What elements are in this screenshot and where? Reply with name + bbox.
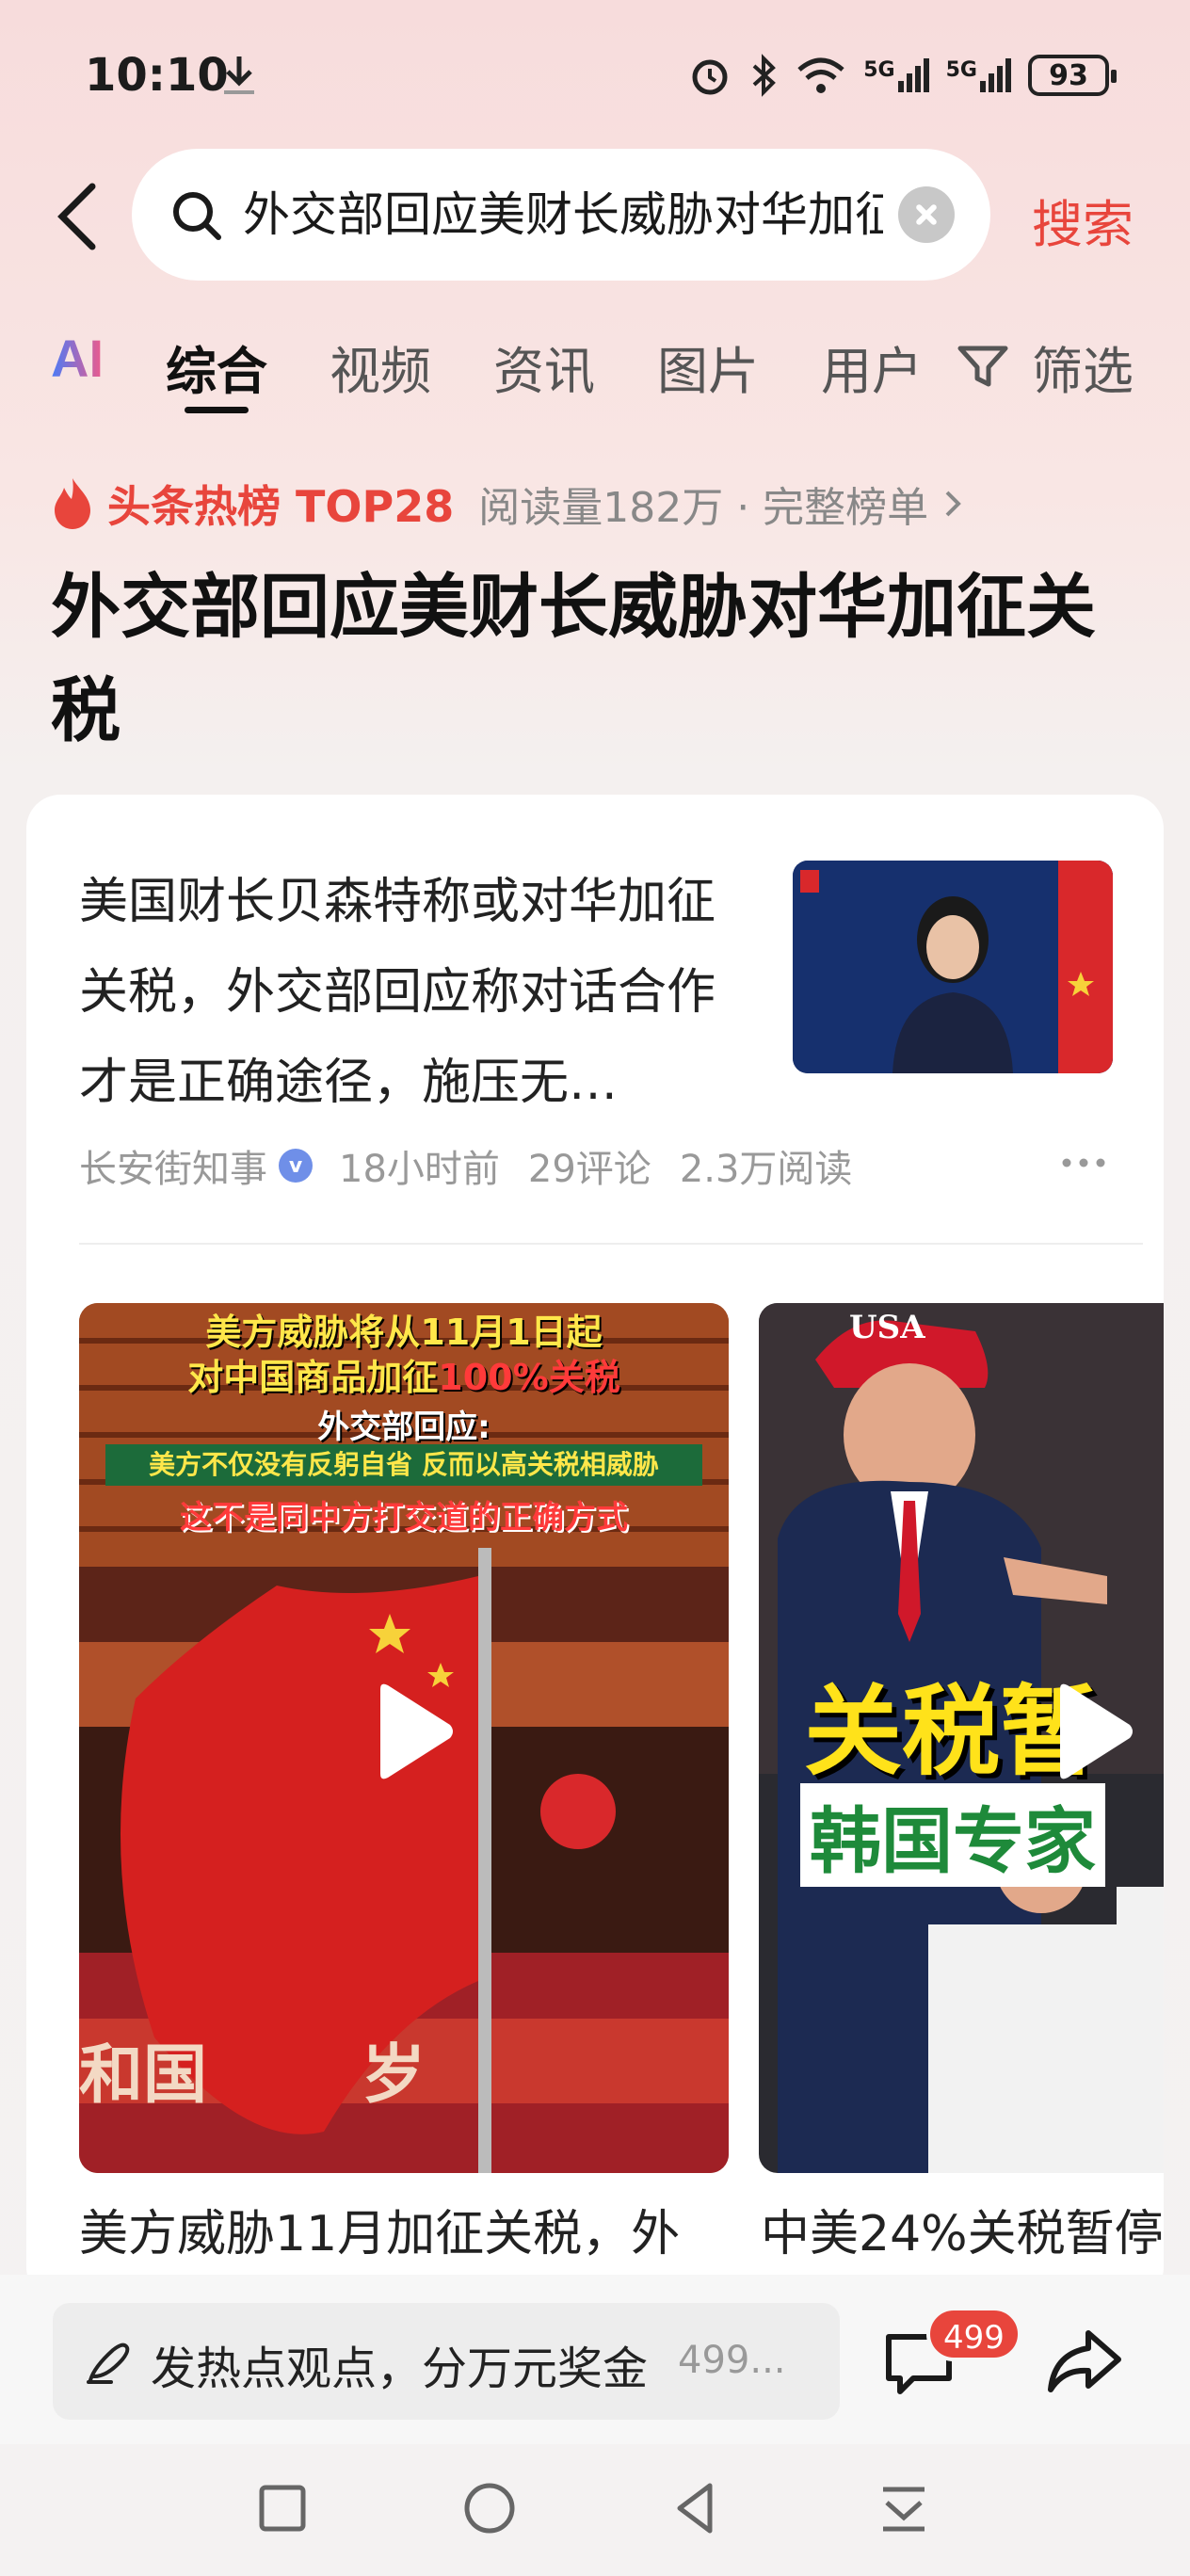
- tab-users[interactable]: 用户: [821, 330, 923, 404]
- video-caption-1[interactable]: 美方威胁11月加征关税，外: [79, 2194, 729, 2264]
- overlay-line-2a: 对中国商品加征: [187, 1357, 439, 1398]
- hot-rank-link[interactable]: 头条热榜 TOP28 阅读量182万 · 完整榜单: [51, 471, 964, 537]
- overlay-line-4: 美方不仅没有反躬自省 反而以高关税相威胁: [105, 1444, 702, 1486]
- article-comments: 29评论: [527, 1148, 651, 1191]
- comment-placeholder: 发热点观点，分万元奖金: [151, 2343, 649, 2395]
- article-title[interactable]: 美国财长贝森特称或对华加征关税，外交部回应称对话合作才是正确途径，施压无…: [79, 857, 757, 1128]
- gate-text-2: 岁: [362, 2038, 426, 2113]
- back-icon[interactable]: [51, 179, 107, 254]
- hot-headline[interactable]: 外交部回应美财长威胁对华加征关税: [51, 555, 1115, 763]
- gate-text-1: 和国: [79, 2038, 208, 2113]
- signal-icon-2: 5G: [946, 58, 1011, 92]
- overlay-line-1: 美方威胁将从11月1日起: [205, 1312, 603, 1353]
- signal-label-1: 5G: [863, 58, 895, 82]
- chevron-right-icon: [945, 491, 962, 517]
- article-thumbnail[interactable]: [793, 861, 1113, 1073]
- comment-count: 499...: [678, 2339, 786, 2382]
- video-caption-2[interactable]: 中美24%关税暂停: [761, 2194, 1164, 2264]
- video-overlay-sub-text: 韩国专家: [800, 1783, 1105, 1887]
- result-card: 美国财长贝森特称或对华加征关税，外交部回应称对话合作才是正确途径，施压无… 长安…: [26, 795, 1164, 2301]
- tab-ai[interactable]: AI: [51, 328, 104, 389]
- bottom-action-bar: 发热点观点，分万元奖金 499... 499: [0, 2275, 1190, 2444]
- tab-active-indicator: [185, 407, 249, 413]
- pen-icon: [87, 2343, 130, 2384]
- clear-icon[interactable]: [898, 186, 955, 243]
- wifi-icon: [797, 57, 844, 93]
- hot-rank-label: 头条热榜 TOP28: [107, 481, 455, 532]
- video-overlay-text-1: 美方威胁将从11月1日起 对中国商品加征100%关税 外交部回应: 美方不仅没有…: [79, 1303, 729, 1548]
- overlay-line-3: 外交部回应:: [317, 1409, 490, 1446]
- status-icons: 5G 5G 93: [688, 47, 1117, 104]
- verified-icon: v: [279, 1149, 313, 1183]
- tab-news[interactable]: 资讯: [493, 330, 595, 404]
- system-nav-bar: [0, 2444, 1190, 2576]
- search-query[interactable]: 外交部回应美财长威胁对华加征关税: [243, 185, 883, 245]
- tab-images[interactable]: 图片: [657, 330, 759, 404]
- video-card-2[interactable]: USA 关税暂 韩国专家: [759, 1303, 1164, 2173]
- play-icon: [1060, 1683, 1133, 1779]
- comment-badge: 499: [926, 2307, 1021, 2361]
- comment-input[interactable]: 发热点观点，分万元奖金 499...: [53, 2303, 840, 2420]
- search-icon: [173, 192, 221, 240]
- overlay-line-2b: 100%关税: [438, 1357, 620, 1398]
- article-source[interactable]: 长安街知事: [79, 1138, 267, 1193]
- search-button[interactable]: 搜索: [1032, 183, 1134, 257]
- share-icon[interactable]: [1047, 2327, 1122, 2395]
- signal-icon-1: 5G: [863, 58, 929, 92]
- flame-icon: [55, 478, 90, 529]
- usa-cap-text: USA: [849, 1309, 925, 1346]
- more-icon[interactable]: [1060, 1156, 1107, 1169]
- battery-icon: 93: [1028, 55, 1117, 96]
- article-meta: 长安街知事 v 18小时前 29评论 2.3万阅读: [79, 1137, 852, 1194]
- signal-label-2: 5G: [945, 58, 977, 82]
- filter-icon[interactable]: [957, 343, 1009, 390]
- battery-level: 93: [1049, 58, 1088, 92]
- hot-rank-meta: 阅读量182万 · 完整榜单: [478, 484, 929, 532]
- pull-down-icon[interactable]: [874, 2478, 934, 2538]
- search-input[interactable]: 外交部回应美财长威胁对华加征关税: [132, 149, 990, 281]
- back-nav-icon[interactable]: [667, 2478, 727, 2538]
- tab-comprehensive[interactable]: 综合: [166, 330, 267, 404]
- divider: [79, 1243, 1143, 1245]
- status-time: 10:10: [85, 49, 229, 102]
- spokesperson-image: [793, 861, 1113, 1073]
- overlay-line-2: 对中国商品加征100%关税: [79, 1348, 729, 1400]
- tab-bar: AI 综合 视频 资讯 图片 用户 筛选: [0, 320, 1190, 424]
- tab-video[interactable]: 视频: [330, 330, 431, 404]
- article-reads: 2.3万阅读: [679, 1148, 853, 1191]
- status-bar: 10:10 5G 5G 93: [0, 0, 1190, 151]
- tab-filter[interactable]: 筛选: [1032, 330, 1134, 404]
- recent-apps-icon[interactable]: [252, 2478, 313, 2538]
- alarm-icon: [692, 59, 728, 95]
- overlay-line-5: 这不是同中方打交道的正确方式: [180, 1499, 628, 1537]
- article-time: 18小时前: [339, 1148, 500, 1191]
- download-icon: [224, 56, 254, 94]
- bluetooth-icon: [752, 54, 777, 97]
- play-icon: [380, 1683, 453, 1779]
- video-card-1[interactable]: 美方威胁将从11月1日起 对中国商品加征100%关税 外交部回应: 美方不仅没有…: [79, 1303, 729, 2173]
- home-icon[interactable]: [459, 2478, 520, 2538]
